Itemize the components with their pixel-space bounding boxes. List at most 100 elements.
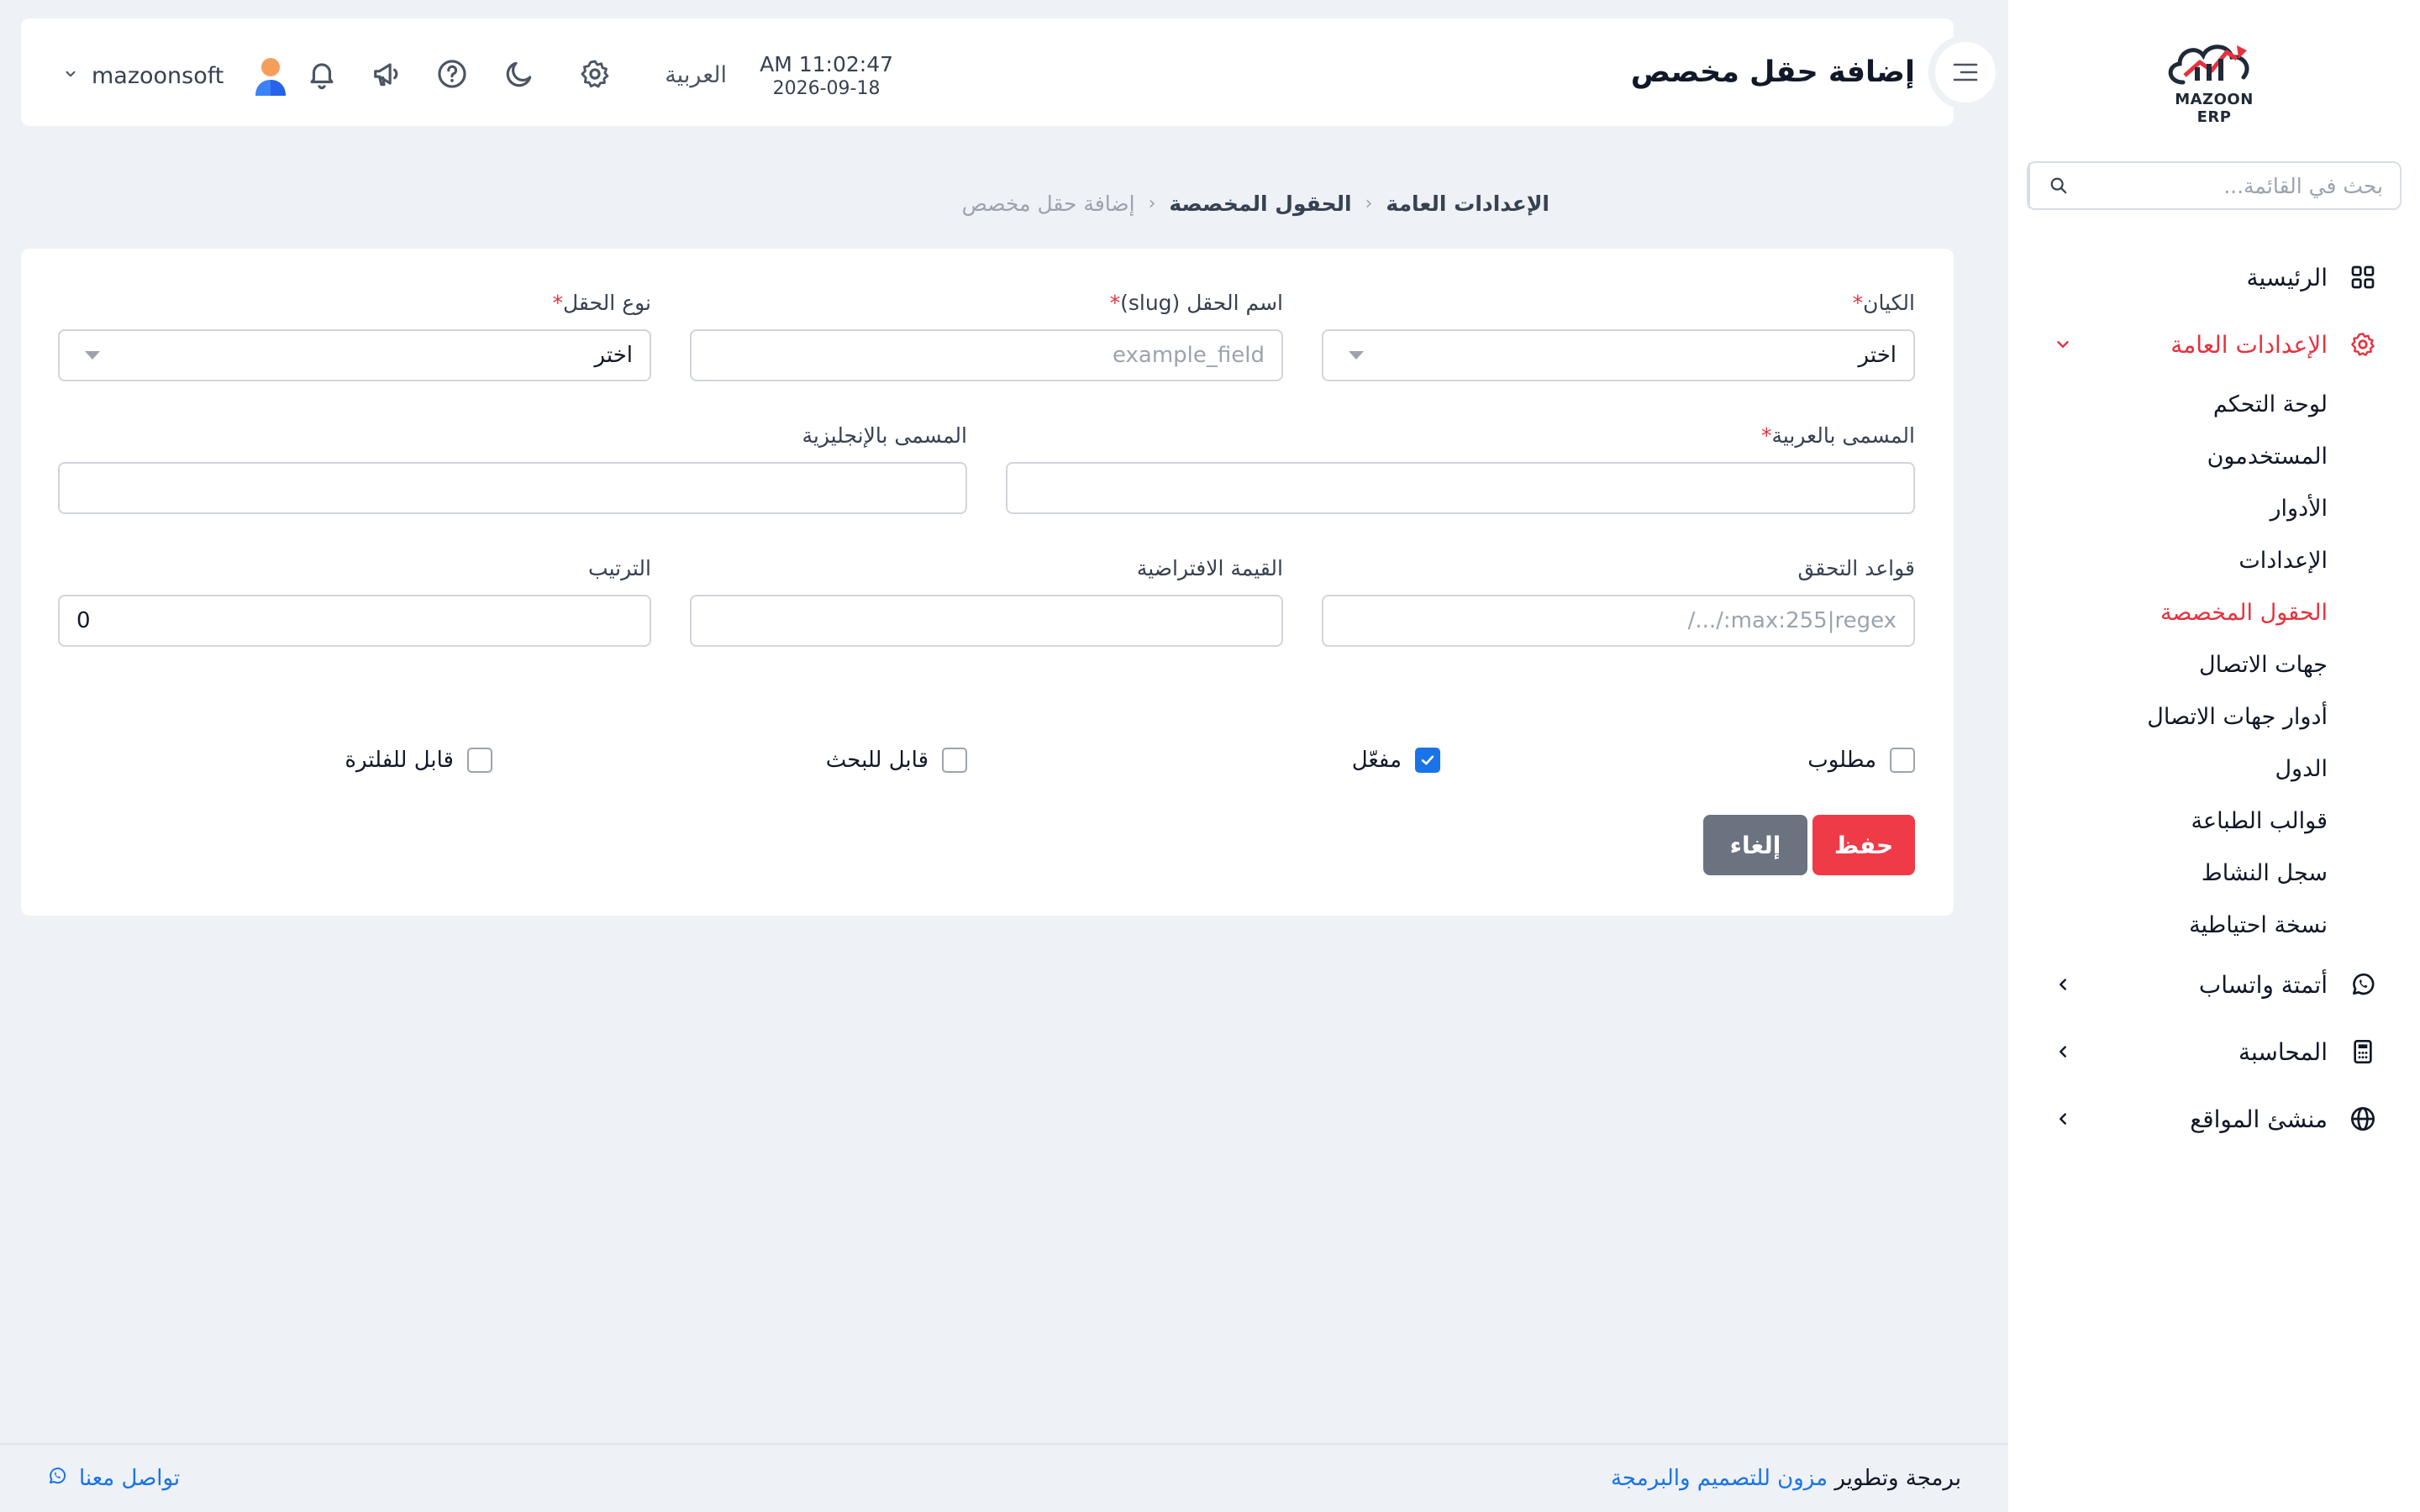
sidebar-search-input[interactable] — [2087, 163, 2400, 208]
grid-icon — [2348, 262, 2378, 292]
help-button[interactable] — [434, 55, 471, 92]
cloud-chart-logo-icon — [2168, 45, 2249, 85]
chevron-down-icon — [2050, 332, 2075, 357]
sidebar-subitem-activity-log[interactable]: سجل النشاط — [2008, 847, 2328, 899]
notifications-button[interactable] — [303, 55, 340, 92]
sidebar-menu: الرئيسية الإعدادات العامة لوحة التحكم ال… — [2008, 244, 2420, 1152]
searchable-checkbox-row[interactable]: قابل للبحث — [826, 748, 967, 773]
required-checkbox-row[interactable]: مطلوب — [1807, 748, 1915, 773]
field-type-select[interactable]: اختر — [58, 329, 651, 381]
custom-field-form: الكيان * اختر اسم الحقل (slug)* example_f… — [21, 249, 1954, 916]
sidebar-subitem-users[interactable]: المستخدمون — [2008, 430, 2328, 482]
contact-us-label: تواصل معنا — [79, 1466, 181, 1491]
announcements-button[interactable] — [369, 55, 406, 92]
validation-label-text: قواعد التحقق — [1797, 556, 1915, 580]
gear-icon — [581, 60, 609, 88]
sidebar-subitem-roles[interactable]: الأدوار — [2008, 482, 2328, 534]
sidebar-subitem-custom-fields[interactable]: الحقول المخصصة — [2008, 586, 2328, 638]
filterable-checkbox[interactable] — [467, 748, 492, 773]
field-type-label-text: نوع الحقل — [562, 291, 651, 315]
sidebar-subitem-dashboard[interactable]: لوحة التحكم — [2008, 378, 2328, 430]
order-input[interactable]: 0 — [58, 595, 651, 647]
label-en-input[interactable] — [58, 462, 967, 514]
contact-us-link[interactable]: تواصل معنا — [47, 1466, 180, 1492]
searchable-checkbox-label: قابل للبحث — [825, 748, 929, 773]
validation-input[interactable]: max:255|regex:/.../ — [1322, 595, 1915, 647]
sidebar-item-home[interactable]: الرئيسية — [2008, 244, 2420, 311]
filterable-checkbox-row[interactable]: قابل للفلترة — [345, 748, 492, 773]
search-icon — [2050, 177, 2067, 194]
sidebar-toggle-button[interactable] — [1928, 35, 2002, 109]
search-button[interactable] — [2028, 163, 2087, 208]
active-checkbox[interactable] — [1415, 748, 1440, 773]
sidebar-subitem-countries[interactable]: الدول — [2008, 743, 2328, 795]
page-title: إضافة حقل مخصص — [1630, 55, 1915, 89]
breadcrumb: الإعدادات العامة ‹ الحقول المخصصة ‹ إضاف… — [962, 192, 1549, 216]
required-marker: * — [1760, 423, 1772, 448]
label-ar-input[interactable] — [1006, 462, 1915, 514]
active-checkbox-label: مفعّل — [1351, 748, 1402, 773]
checkmark-icon — [1421, 755, 1434, 765]
language-switcher[interactable]: العربية — [665, 62, 727, 88]
whatsapp-icon — [47, 1466, 67, 1492]
label-ar-field: المسمى بالعربية* — [1006, 423, 1915, 514]
bell-icon — [310, 63, 334, 90]
breadcrumb-general-settings[interactable]: الإعدادات العامة — [1386, 192, 1549, 216]
save-button[interactable]: حفظ — [1812, 815, 1915, 875]
sidebar-item-label: أتمتة واتساب — [2198, 970, 2328, 999]
default-value-input[interactable] — [690, 595, 1283, 647]
slug-label: اسم الحقل (slug)* — [690, 291, 1283, 316]
active-checkbox-row[interactable]: مفعّل — [1352, 748, 1440, 773]
required-checkbox-label: مطلوب — [1807, 748, 1876, 773]
caret-down-icon — [85, 351, 100, 360]
cancel-button[interactable]: إلغاء — [1703, 815, 1807, 875]
sidebar-subitem-print-templates[interactable]: قوالب الطباعة — [2008, 795, 2328, 847]
order-field: الترتيب 0 — [58, 556, 651, 647]
sidebar-subitem-backup[interactable]: نسخة احتياطية — [2008, 899, 2328, 951]
breadcrumb-custom-fields[interactable]: الحقول المخصصة — [1169, 192, 1351, 216]
gear-icon — [2348, 329, 2378, 360]
label-ar-label-text: المسمى بالعربية — [1771, 423, 1915, 448]
chevron-left-icon: ‹ — [1148, 193, 1156, 214]
sidebar-subitem-contacts[interactable]: جهات الاتصال — [2008, 638, 2328, 690]
sidebar-item-label: المحاسبة — [2238, 1037, 2328, 1066]
clock-time: 11:02:47 AM — [760, 52, 893, 76]
avatar — [249, 54, 292, 97]
globe-icon — [2348, 1104, 2378, 1134]
sidebar-subitem-contact-roles[interactable]: أدوار جهات الاتصال — [2008, 690, 2328, 743]
clock-date: 2026-09-18 — [772, 78, 881, 99]
searchable-checkbox[interactable] — [942, 748, 967, 773]
dark-mode-button[interactable] — [501, 55, 538, 92]
sidebar-subitem-settings[interactable]: الإعدادات — [2008, 534, 2328, 586]
default-value-label-text: القيمة الافتراضية — [1136, 556, 1283, 580]
order-label: الترتيب — [58, 556, 651, 581]
slug-input[interactable]: example_field — [690, 329, 1283, 381]
sidebar-item-whatsapp[interactable]: أتمتة واتساب — [2008, 951, 2420, 1018]
settings-button[interactable] — [576, 55, 613, 92]
help-icon — [438, 60, 466, 88]
sidebar-item-label: الإعدادات العامة — [2170, 330, 2328, 359]
clock: 11:02:47 AM 2026-09-18 — [760, 52, 893, 99]
chevron-down-icon — [63, 66, 80, 85]
default-value-label: القيمة الافتراضية — [690, 556, 1283, 581]
sidebar-item-label: الرئيسية — [2246, 263, 2328, 291]
logo[interactable]: MAZOON ERP — [2160, 34, 2269, 126]
footer: برمجة وتطوير مزون للتصميم والبرمجة تواصل… — [0, 1443, 2008, 1512]
top-header: إضافة حقل مخصص 11:02:47 AM 2026-09-18 ال… — [21, 18, 1954, 126]
entity-label-text: الكيان — [1863, 291, 1915, 315]
filterable-checkbox-label: قابل للفلترة — [345, 748, 454, 773]
required-checkbox[interactable] — [1890, 748, 1915, 773]
field-type-select-value: اختر — [594, 343, 634, 368]
whatsapp-icon — [2348, 969, 2378, 1000]
sidebar-item-site-builder[interactable]: منشئ المواقع — [2008, 1085, 2420, 1152]
entity-select[interactable]: اختر — [1322, 329, 1915, 381]
footer-credit-link[interactable]: مزون للتصميم والبرمجة — [1611, 1466, 1828, 1491]
caret-down-icon — [1349, 351, 1364, 360]
label-en-label: المسمى بالإنجليزية — [58, 423, 967, 449]
sidebar-item-general-settings[interactable]: الإعدادات العامة — [2008, 311, 2420, 378]
sidebar-item-accounting[interactable]: المحاسبة — [2008, 1018, 2420, 1085]
chevron-left-icon: ‹ — [1365, 193, 1373, 214]
sidebar: MAZOON ERP الرئيسية الإعدادات العامة لوح… — [2008, 0, 2420, 1512]
footer-credit-prefix: برمجة وتطوير — [1834, 1466, 1961, 1491]
user-menu[interactable]: mazoonsoft — [63, 54, 292, 97]
